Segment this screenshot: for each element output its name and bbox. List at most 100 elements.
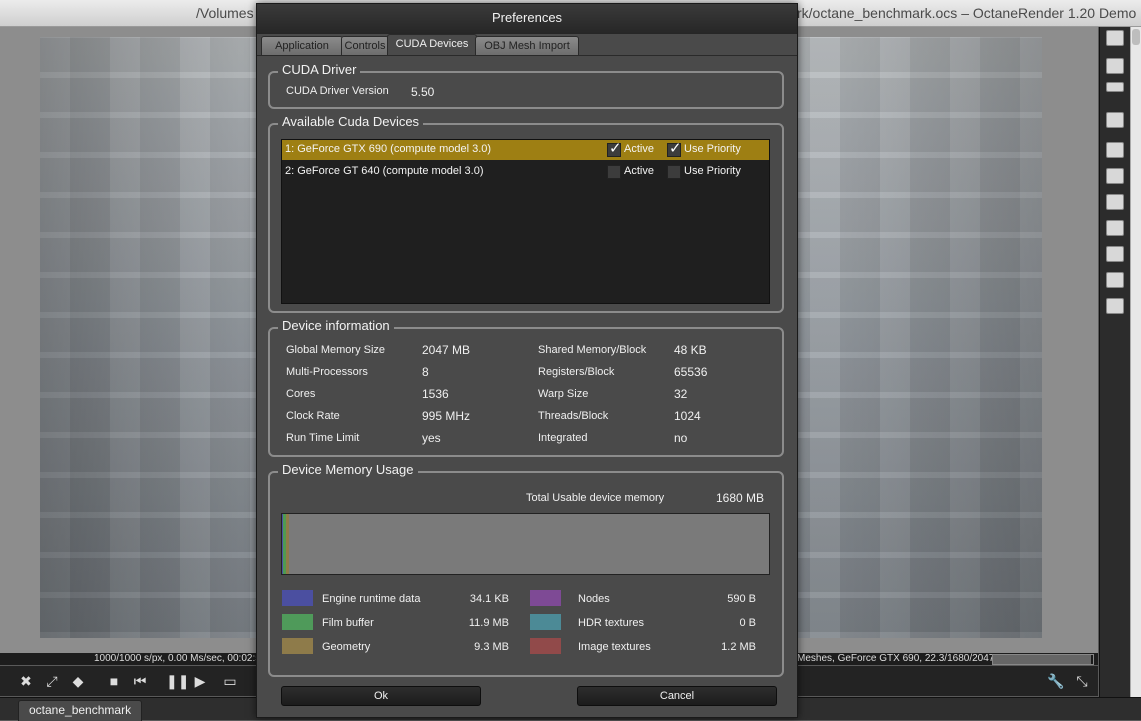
info-label: Clock Rate [286, 410, 340, 422]
device-row[interactable]: 2: GeForce GT 640 (compute model 3.0) Ac… [282, 162, 769, 182]
info-value: 8 [422, 365, 429, 379]
legend-label: Engine runtime data [322, 593, 421, 605]
legend-value: 590 B [727, 593, 756, 605]
render-progress-fill [993, 655, 1091, 664]
info-label: Global Memory Size [286, 344, 386, 356]
info-value: 1024 [674, 409, 701, 423]
legend-label: Image textures [578, 641, 651, 653]
reset-icon[interactable]: ✖ [18, 673, 34, 689]
legend-label: Nodes [578, 593, 610, 605]
play-icon[interactable]: ▶ [192, 673, 208, 689]
legend-swatch [530, 614, 561, 630]
info-label: Registers/Block [538, 366, 615, 378]
layers-icon[interactable] [1106, 58, 1124, 74]
list-icon[interactable] [1106, 82, 1124, 92]
cube-icon[interactable]: ◆ [70, 673, 86, 689]
preferences-dialog: Preferences Application Controls CUDA De… [256, 3, 798, 718]
material-icon[interactable] [1106, 298, 1124, 314]
cuda-driver-version-label: CUDA Driver Version [286, 85, 389, 97]
cuda-driver-group: CUDA Driver CUDA Driver Version 5.50 [268, 62, 784, 109]
device-row[interactable]: 1: GeForce GTX 690 (compute model 3.0) ✓… [282, 140, 769, 160]
monitor-icon[interactable]: ▭ [222, 673, 238, 689]
legend-value: 0 B [739, 617, 756, 629]
device-name: 1: GeForce GTX 690 (compute model 3.0) [285, 143, 492, 155]
texture-icon[interactable] [1106, 220, 1124, 236]
cuda-driver-title: CUDA Driver [278, 62, 361, 77]
image-icon[interactable] [1106, 112, 1124, 128]
restart-icon[interactable]: ⏮ [132, 673, 148, 689]
dialog-title: Preferences [257, 4, 797, 34]
legend-label: Geometry [322, 641, 371, 653]
priority-label: Use Priority [684, 143, 741, 155]
ok-button[interactable]: Ok [281, 686, 481, 706]
info-value: no [674, 431, 688, 445]
legend-value: 11.9 MB [468, 617, 509, 629]
info-value: 48 KB [674, 343, 707, 357]
info-value: 995 MHz [422, 409, 471, 423]
tab-cuda-devices[interactable]: CUDA Devices [387, 34, 477, 55]
total-memory-value: 1680 MB [716, 491, 765, 505]
legend-swatch [282, 590, 313, 606]
tab-controls[interactable]: Controls [341, 36, 389, 55]
info-label: Warp Size [538, 388, 589, 400]
memory-usage-title: Device Memory Usage [278, 462, 418, 477]
legend-swatch [530, 638, 561, 654]
cancel-button[interactable]: Cancel [577, 686, 777, 706]
environment-icon[interactable] [1106, 194, 1124, 210]
tab-obj-mesh-import[interactable]: OBJ Mesh Import [475, 36, 579, 55]
available-devices-title: Available Cuda Devices [278, 114, 424, 129]
info-value: yes [422, 431, 441, 445]
window-title-right: rk/octane_benchmark.ocs – OctaneRender 1… [797, 5, 1137, 21]
info-label: Run Time Limit [286, 432, 360, 444]
info-value: 65536 [674, 365, 708, 379]
priority-label: Use Priority [684, 165, 741, 177]
priority-checkbox[interactable] [667, 165, 681, 179]
stop-icon[interactable]: ■ [106, 673, 122, 689]
legend-value: 34.1 KB [469, 593, 509, 605]
scrollbar-thumb[interactable] [1132, 29, 1140, 45]
info-value: 1536 [422, 387, 449, 401]
total-memory-label: Total Usable device memory [526, 492, 665, 504]
info-label: Threads/Block [538, 410, 609, 422]
info-value: 32 [674, 387, 688, 401]
project-tab[interactable]: octane_benchmark [18, 700, 143, 721]
active-checkbox[interactable] [607, 165, 621, 179]
fit-icon[interactable]: ⤢ [44, 673, 60, 689]
active-label: Active [624, 143, 654, 155]
tab-divider [257, 55, 797, 56]
light-icon[interactable] [1106, 246, 1124, 262]
device-name: 2: GeForce GT 640 (compute model 3.0) [285, 165, 484, 177]
memory-usage-bar [281, 513, 770, 575]
cuda-driver-version-value: 5.50 [411, 85, 435, 99]
info-label: Shared Memory/Block [538, 344, 647, 356]
pause-icon[interactable]: ❚❚ [166, 673, 189, 689]
info-label: Integrated [538, 432, 588, 444]
film-icon[interactable] [1106, 168, 1124, 184]
legend-swatch [530, 590, 561, 606]
settings-icon[interactable] [1106, 272, 1124, 288]
memory-segment [286, 514, 290, 574]
render-progress [992, 654, 1094, 665]
legend-label: HDR textures [578, 617, 645, 629]
device-info-title: Device information [278, 318, 394, 333]
active-label: Active [624, 165, 654, 177]
lens-icon[interactable] [1106, 142, 1124, 158]
priority-checkbox[interactable]: ✓ [667, 140, 682, 157]
check-icon: ✓ [669, 140, 682, 157]
legend-value: 9.3 MB [474, 641, 509, 653]
render-stats: 1000/1000 s/px, 0.00 Ms/sec, 00:02:52 [94, 653, 267, 664]
info-value: 2047 MB [422, 343, 471, 357]
info-label: Cores [286, 388, 316, 400]
wrench-icon[interactable]: 🔧 [1047, 673, 1064, 689]
toolbar-scrollbar[interactable] [1130, 27, 1141, 719]
fullscreen-icon[interactable]: ⤡ [1074, 673, 1090, 689]
legend-swatch [282, 638, 313, 654]
active-checkbox[interactable]: ✓ [607, 140, 622, 157]
legend-label: Film buffer [322, 617, 374, 629]
right-toolbar [1099, 27, 1141, 719]
check-icon: ✓ [609, 140, 622, 157]
camera-icon[interactable] [1106, 30, 1124, 46]
info-label: Multi-Processors [286, 366, 368, 378]
tab-application[interactable]: Application [261, 36, 343, 55]
device-list: 1: GeForce GTX 690 (compute model 3.0) ✓… [281, 139, 770, 304]
